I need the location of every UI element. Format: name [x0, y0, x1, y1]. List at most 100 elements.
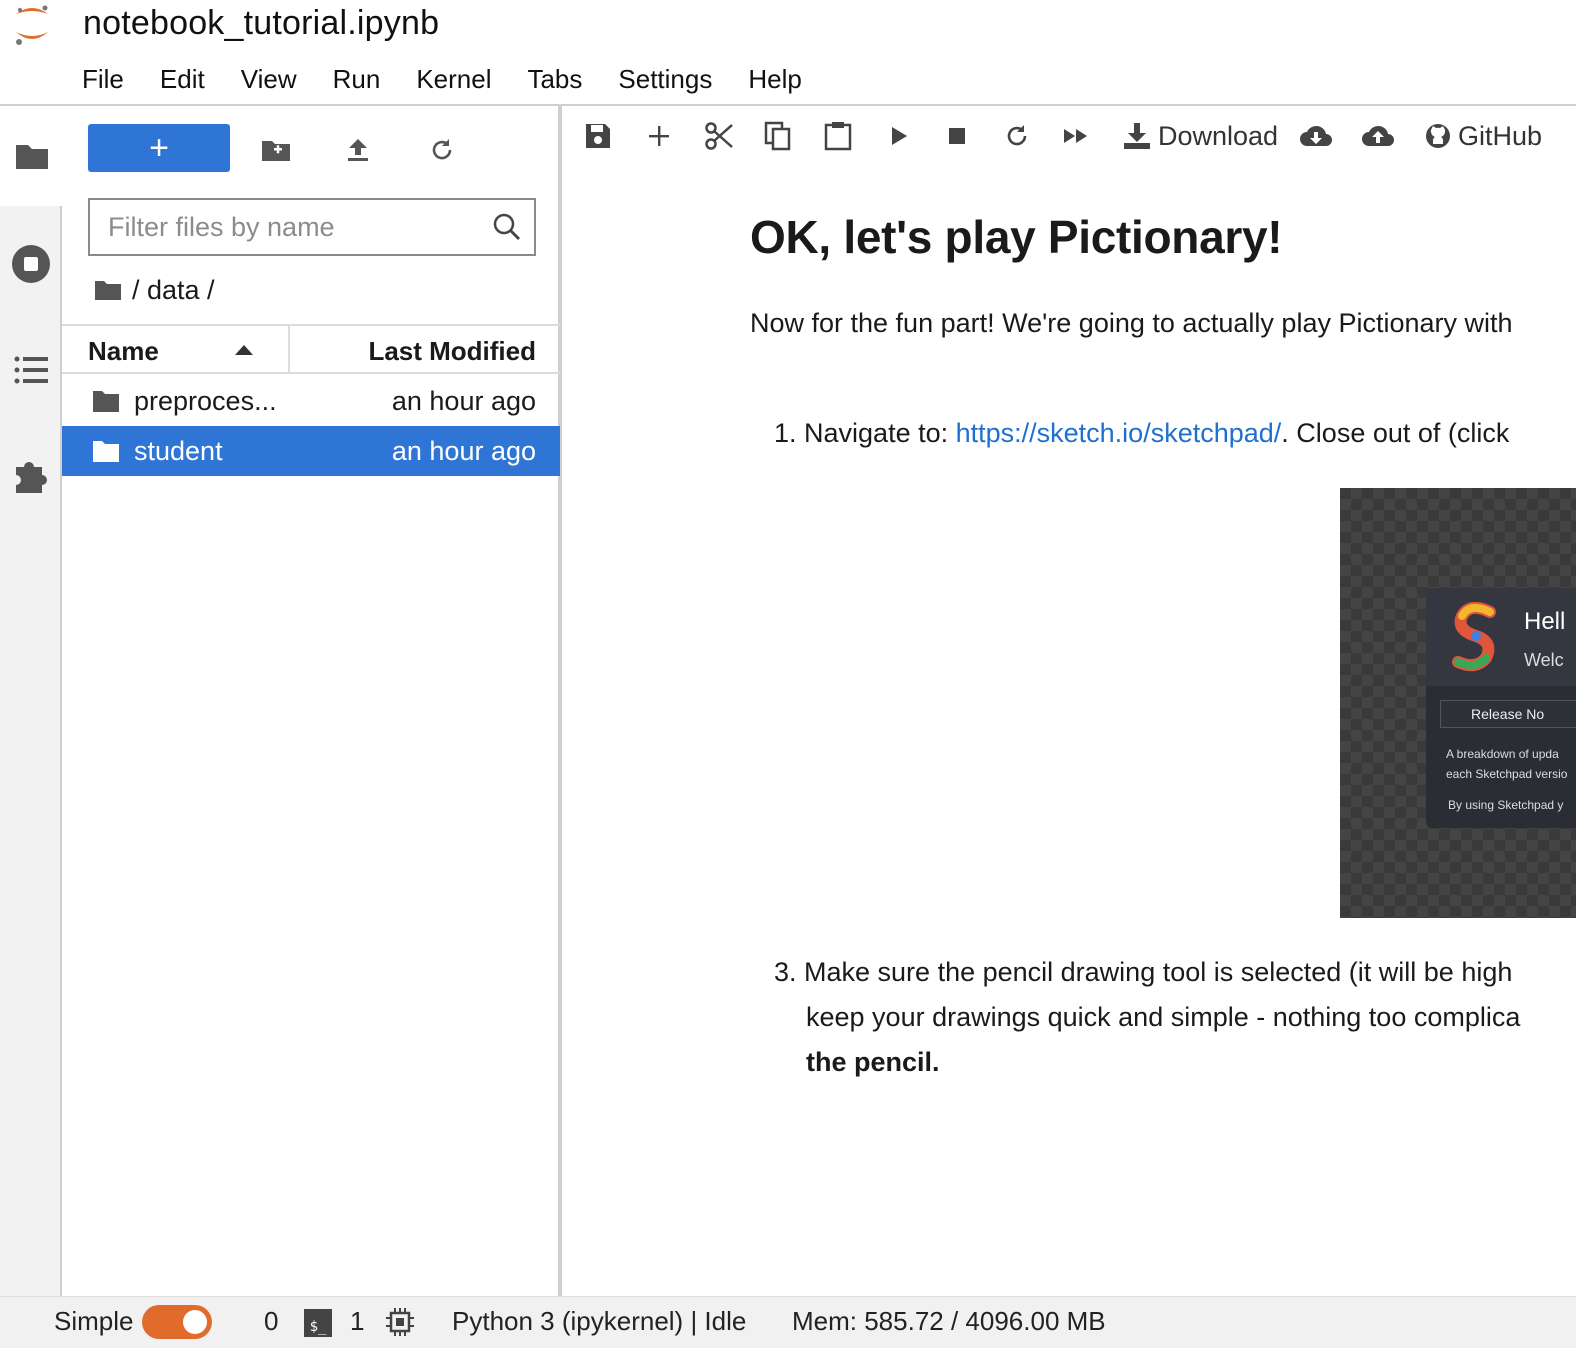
- cpu-chip-icon[interactable]: [386, 1307, 414, 1337]
- file-list-header: Name Last Modified: [62, 324, 560, 374]
- file-row[interactable]: student an hour ago: [62, 426, 560, 476]
- save-icon: [586, 124, 610, 148]
- dialog-text-line: By using Sketchpad y: [1448, 798, 1564, 812]
- file-browser-tab[interactable]: [0, 106, 64, 206]
- jupyter-logo-icon: [16, 5, 48, 45]
- toggle-knob: [183, 1310, 207, 1334]
- file-name: student: [134, 436, 223, 466]
- dialog-title: Hell: [1524, 608, 1566, 635]
- file-name: preproces...: [134, 386, 277, 416]
- release-notes-label: Release No: [1471, 706, 1545, 722]
- step-text: 1. Navigate to:: [774, 418, 956, 448]
- menu-view[interactable]: View: [223, 62, 315, 102]
- cloud-upload-icon: [1362, 125, 1394, 146]
- welcome-dialog: Hell Welc Release No A breakdown of upda…: [1426, 588, 1576, 828]
- plus-icon: [649, 126, 669, 146]
- simple-mode-toggle[interactable]: [142, 1305, 212, 1339]
- new-launcher-button[interactable]: +: [88, 124, 230, 172]
- menu-edit[interactable]: Edit: [142, 62, 223, 102]
- folder-icon: [93, 441, 119, 462]
- refresh-icon: [432, 139, 452, 160]
- file-modified: an hour ago: [391, 436, 536, 466]
- markdown-paragraph: Now for the fun part! We're going to act…: [750, 308, 1513, 338]
- file-browser: + / data / Name Last Modified preproces.…: [62, 106, 562, 1296]
- cut-button[interactable]: [704, 118, 734, 154]
- menu-settings[interactable]: Settings: [600, 62, 730, 102]
- copy-button[interactable]: [764, 118, 792, 154]
- kernel-status[interactable]: Python 3 (ipykernel) | Idle: [452, 1306, 746, 1337]
- menu-bar: File Edit View Run Kernel Tabs Settings …: [64, 62, 820, 102]
- puzzle-icon: [16, 462, 48, 493]
- activity-bar: [0, 106, 64, 1296]
- cloud-download-button[interactable]: [1298, 118, 1334, 154]
- insert-cell-button[interactable]: [646, 118, 672, 154]
- new-folder-button[interactable]: [256, 130, 296, 170]
- github-button[interactable]: GitHub: [1424, 118, 1542, 154]
- markdown-heading: OK, let's play Pictionary!: [750, 211, 1283, 263]
- download-label: Download: [1158, 120, 1279, 151]
- menu-kernel[interactable]: Kernel: [398, 62, 509, 102]
- step-text: 3. Make sure the pencil drawing tool is …: [774, 957, 1513, 987]
- list-icon: [14, 356, 48, 384]
- new-folder-icon: [262, 141, 290, 161]
- column-resize-handle[interactable]: [288, 326, 290, 374]
- terminal-icon[interactable]: $_: [304, 1309, 332, 1337]
- breadcrumb: / data /: [94, 270, 215, 310]
- clipboard-icon: [824, 122, 852, 151]
- dialog-text: A breakdown of upda each Sketchpad versi…: [1446, 744, 1567, 784]
- menu-tabs[interactable]: Tabs: [509, 62, 600, 102]
- upload-button[interactable]: [338, 130, 378, 170]
- kernel-count[interactable]: 0: [264, 1306, 278, 1337]
- document-title[interactable]: notebook_tutorial.ipynb: [83, 4, 439, 43]
- folder-icon: [16, 145, 48, 169]
- github-icon: [1426, 124, 1450, 148]
- fast-forward-icon: [1064, 129, 1087, 143]
- step-text-bold: the pencil.: [806, 1047, 940, 1077]
- running-sessions-tab[interactable]: [0, 214, 62, 314]
- status-bar: Simple 0 $_ 1 Python 3 (ipykernel) | Idl…: [0, 1296, 1576, 1348]
- cloud-upload-button[interactable]: [1360, 118, 1396, 154]
- markdown-list-item: 1. Navigate to: https://sketch.io/sketch…: [774, 418, 1509, 449]
- markdown-list-item: 3. Make sure the pencil drawing tool is …: [774, 950, 1520, 1085]
- interrupt-kernel-button[interactable]: [946, 118, 968, 154]
- folder-icon[interactable]: [94, 279, 122, 301]
- menu-help[interactable]: Help: [730, 62, 819, 102]
- filter-input[interactable]: [90, 200, 470, 254]
- menu-run[interactable]: Run: [315, 62, 399, 102]
- modified-column-header[interactable]: Last Modified: [368, 336, 536, 367]
- step-text: keep your drawings quick and simple - no…: [806, 1002, 1521, 1032]
- top-bar: notebook_tutorial.ipynb File Edit View R…: [0, 0, 1576, 106]
- name-column-header[interactable]: Name: [88, 336, 159, 367]
- search-icon: [493, 213, 520, 240]
- terminal-count[interactable]: 1: [350, 1306, 364, 1337]
- upload-icon: [348, 139, 368, 161]
- restart-icon: [1007, 125, 1027, 146]
- run-cell-button[interactable]: [888, 118, 910, 154]
- refresh-button[interactable]: [422, 130, 462, 170]
- cloud-download-icon: [1300, 125, 1332, 146]
- dialog-text-line: each Sketchpad versio: [1446, 767, 1568, 781]
- extension-manager-tab[interactable]: [0, 426, 62, 526]
- notebook-cells: OK, let's play Pictionary! Now for the f…: [750, 210, 1576, 448]
- sketchpad-logo-icon: [1452, 602, 1496, 672]
- menu-file[interactable]: File: [64, 62, 142, 102]
- copy-icon: [764, 121, 791, 151]
- restart-kernel-button[interactable]: [1004, 118, 1030, 154]
- file-filter: [88, 198, 536, 256]
- github-label: GitHub: [1458, 120, 1543, 151]
- sketchpad-link[interactable]: https://sketch.io/sketchpad/: [956, 418, 1282, 448]
- breadcrumb-path[interactable]: / data /: [132, 275, 215, 306]
- download-icon: [1124, 123, 1150, 149]
- save-button[interactable]: [584, 118, 612, 154]
- download-button[interactable]: Download: [1122, 118, 1278, 154]
- restart-run-all-button[interactable]: [1062, 118, 1090, 154]
- scissors-icon: [705, 122, 733, 150]
- dialog-header: Hell Welc: [1426, 588, 1576, 686]
- file-row[interactable]: preproces... an hour ago: [62, 376, 560, 426]
- table-of-contents-tab[interactable]: [0, 320, 62, 420]
- play-icon: [892, 127, 907, 145]
- sort-ascending-icon[interactable]: [234, 344, 254, 356]
- dialog-text-line: A breakdown of upda: [1446, 747, 1559, 761]
- release-notes-button: Release No: [1440, 700, 1576, 728]
- paste-button[interactable]: [824, 118, 852, 154]
